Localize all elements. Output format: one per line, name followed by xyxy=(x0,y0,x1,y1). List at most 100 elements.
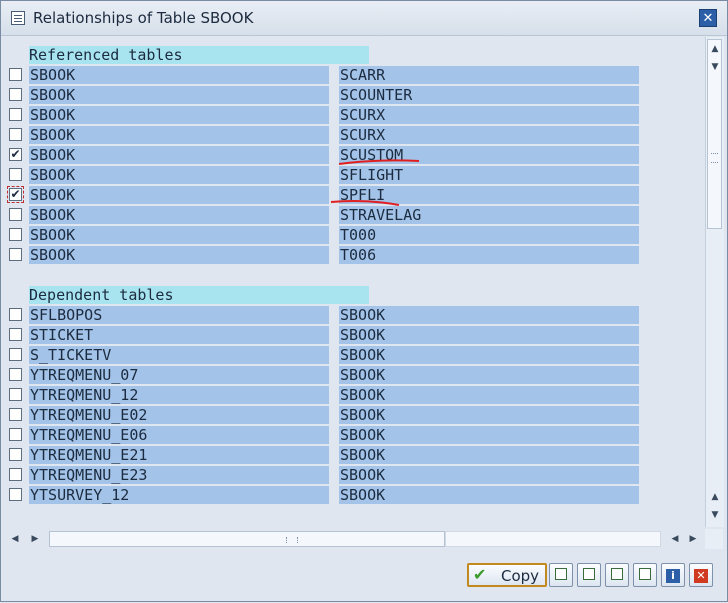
referenced-row-checkbox[interactable] xyxy=(9,128,22,141)
window-icon xyxy=(11,11,25,25)
referenced-source-table: SBOOK xyxy=(29,146,329,164)
referenced-source-table: SBOOK xyxy=(29,246,329,264)
select-block-icon xyxy=(611,568,623,580)
referenced-source-table: SBOOK xyxy=(29,66,329,84)
cancel-button[interactable]: ✕ xyxy=(689,563,713,587)
referenced-row[interactable]: SBOOK SCOUNTER xyxy=(3,85,703,105)
referenced-source-table: SBOOK xyxy=(29,206,329,224)
referenced-target-table: SPFLI xyxy=(339,186,639,204)
dependent-row-checkbox[interactable] xyxy=(9,488,22,501)
scroll-up-icon[interactable]: ▲ xyxy=(709,43,721,55)
dependent-source-table: STICKET xyxy=(29,326,329,344)
horizontal-scrollbar[interactable]: ◀ ▶ ◀ ▶ xyxy=(5,529,705,549)
horizontal-scroll-track[interactable] xyxy=(445,531,661,547)
dependent-source-table: YTREQMENU_E21 xyxy=(29,446,329,464)
dependent-row-checkbox[interactable] xyxy=(9,408,22,421)
scroll-right-end-icon[interactable]: ▶ xyxy=(687,533,699,545)
referenced-row[interactable]: ✔ SBOOK SPFLI xyxy=(3,185,703,205)
scroll-down-icon[interactable]: ▼ xyxy=(709,61,721,73)
dependent-row[interactable]: YTREQMENU_E02 SBOOK xyxy=(3,405,703,425)
scroll-down-bottom-icon[interactable]: ▼ xyxy=(709,509,721,521)
dependent-row-checkbox[interactable] xyxy=(9,428,22,441)
referenced-row[interactable]: SBOOK SCARR xyxy=(3,65,703,85)
referenced-target-table: SCURX xyxy=(339,126,639,144)
select-all-button[interactable] xyxy=(549,563,573,587)
dependent-row[interactable]: S_TICKETV SBOOK xyxy=(3,345,703,365)
dependent-row-checkbox[interactable] xyxy=(9,308,22,321)
referenced-row[interactable]: SBOOK SCURX xyxy=(3,105,703,125)
scroll-left-end-icon[interactable]: ◀ xyxy=(669,533,681,545)
dependent-row-checkbox[interactable] xyxy=(9,328,22,341)
horizontal-scroll-thumb[interactable] xyxy=(49,531,445,547)
dependent-tables-heading: Dependent tables xyxy=(29,286,369,304)
scroll-left-icon[interactable]: ◀ xyxy=(9,533,21,545)
check-icon: ✔ xyxy=(473,565,487,584)
dependent-row-checkbox[interactable] xyxy=(9,348,22,361)
dependent-row[interactable]: SFLBOPOS SBOOK xyxy=(3,305,703,325)
vertical-scrollbar[interactable]: ▲ ▼ ▲ ▼ xyxy=(705,37,724,527)
referenced-row[interactable]: SBOOK STRAVELAG xyxy=(3,205,703,225)
deselect-all-button[interactable] xyxy=(577,563,601,587)
button-bar: ✔ Copy i ✕ xyxy=(1,557,727,601)
scroll-right-icon[interactable]: ▶ xyxy=(29,533,41,545)
referenced-row-checkbox[interactable] xyxy=(9,208,22,221)
deselect-block-icon xyxy=(639,568,651,580)
dependent-target-table: SBOOK xyxy=(339,346,639,364)
referenced-target-table: SCURX xyxy=(339,106,639,124)
dependent-row[interactable]: YTREQMENU_07 SBOOK xyxy=(3,365,703,385)
dependent-source-table: YTREQMENU_E06 xyxy=(29,426,329,444)
referenced-row-checkbox[interactable] xyxy=(9,88,22,101)
dependent-row-checkbox[interactable] xyxy=(9,388,22,401)
referenced-target-table: T006 xyxy=(339,246,639,264)
referenced-row-checkbox[interactable] xyxy=(9,68,22,81)
referenced-source-table: SBOOK xyxy=(29,126,329,144)
dependent-row[interactable]: YTREQMENU_E21 SBOOK xyxy=(3,445,703,465)
dependent-source-table: S_TICKETV xyxy=(29,346,329,364)
referenced-row-checkbox[interactable] xyxy=(9,168,22,181)
dependent-row[interactable]: YTREQMENU_E23 SBOOK xyxy=(3,465,703,485)
info-button[interactable]: i xyxy=(661,563,685,587)
dependent-row-checkbox[interactable] xyxy=(9,448,22,461)
referenced-tables-heading: Referenced tables xyxy=(29,46,369,64)
relationships-list: Referenced tables Dependent tables SBOOK… xyxy=(3,37,703,527)
referenced-row[interactable]: SBOOK SCURX xyxy=(3,125,703,145)
deselect-block-button[interactable] xyxy=(633,563,657,587)
referenced-source-table: SBOOK xyxy=(29,106,329,124)
dependent-source-table: SFLBOPOS xyxy=(29,306,329,324)
referenced-row-checkbox[interactable] xyxy=(9,228,22,241)
dependent-row[interactable]: YTSURVEY_12 SBOOK xyxy=(3,485,703,505)
referenced-row-checkbox[interactable]: ✔ xyxy=(9,148,22,161)
referenced-target-table: T000 xyxy=(339,226,639,244)
referenced-row[interactable]: SBOOK T006 xyxy=(3,245,703,265)
deselect-all-icon xyxy=(583,568,595,580)
select-block-button[interactable] xyxy=(605,563,629,587)
referenced-target-table: STRAVELAG xyxy=(339,206,639,224)
select-all-icon xyxy=(555,568,567,580)
referenced-target-table: SCOUNTER xyxy=(339,86,639,104)
dependent-target-table: SBOOK xyxy=(339,366,639,384)
copy-button[interactable]: ✔ Copy xyxy=(467,563,547,587)
dependent-row-checkbox[interactable] xyxy=(9,368,22,381)
scroll-corner xyxy=(705,529,723,549)
referenced-row[interactable]: SBOOK T000 xyxy=(3,225,703,245)
referenced-row-checkbox[interactable]: ✔ xyxy=(7,186,24,203)
scroll-up-bottom-icon[interactable]: ▲ xyxy=(709,491,721,503)
dependent-target-table: SBOOK xyxy=(339,326,639,344)
close-icon[interactable]: ✕ xyxy=(699,9,717,27)
referenced-row[interactable]: ✔ SBOOK SCUSTOM xyxy=(3,145,703,165)
dependent-target-table: SBOOK xyxy=(339,426,639,444)
dependent-row[interactable]: STICKET SBOOK xyxy=(3,325,703,345)
dependent-row-checkbox[interactable] xyxy=(9,468,22,481)
referenced-row-checkbox[interactable] xyxy=(9,248,22,261)
dependent-target-table: SBOOK xyxy=(339,386,639,404)
dependent-target-table: SBOOK xyxy=(339,306,639,324)
referenced-row-checkbox[interactable] xyxy=(9,108,22,121)
referenced-source-table: SBOOK xyxy=(29,226,329,244)
dependent-target-table: SBOOK xyxy=(339,486,639,504)
referenced-target-table: SCUSTOM xyxy=(339,146,639,164)
dependent-row[interactable]: YTREQMENU_E06 SBOOK xyxy=(3,425,703,445)
dependent-source-table: YTREQMENU_07 xyxy=(29,366,329,384)
dependent-row[interactable]: YTREQMENU_12 SBOOK xyxy=(3,385,703,405)
dependent-source-table: YTSURVEY_12 xyxy=(29,486,329,504)
referenced-row[interactable]: SBOOK SFLIGHT xyxy=(3,165,703,185)
